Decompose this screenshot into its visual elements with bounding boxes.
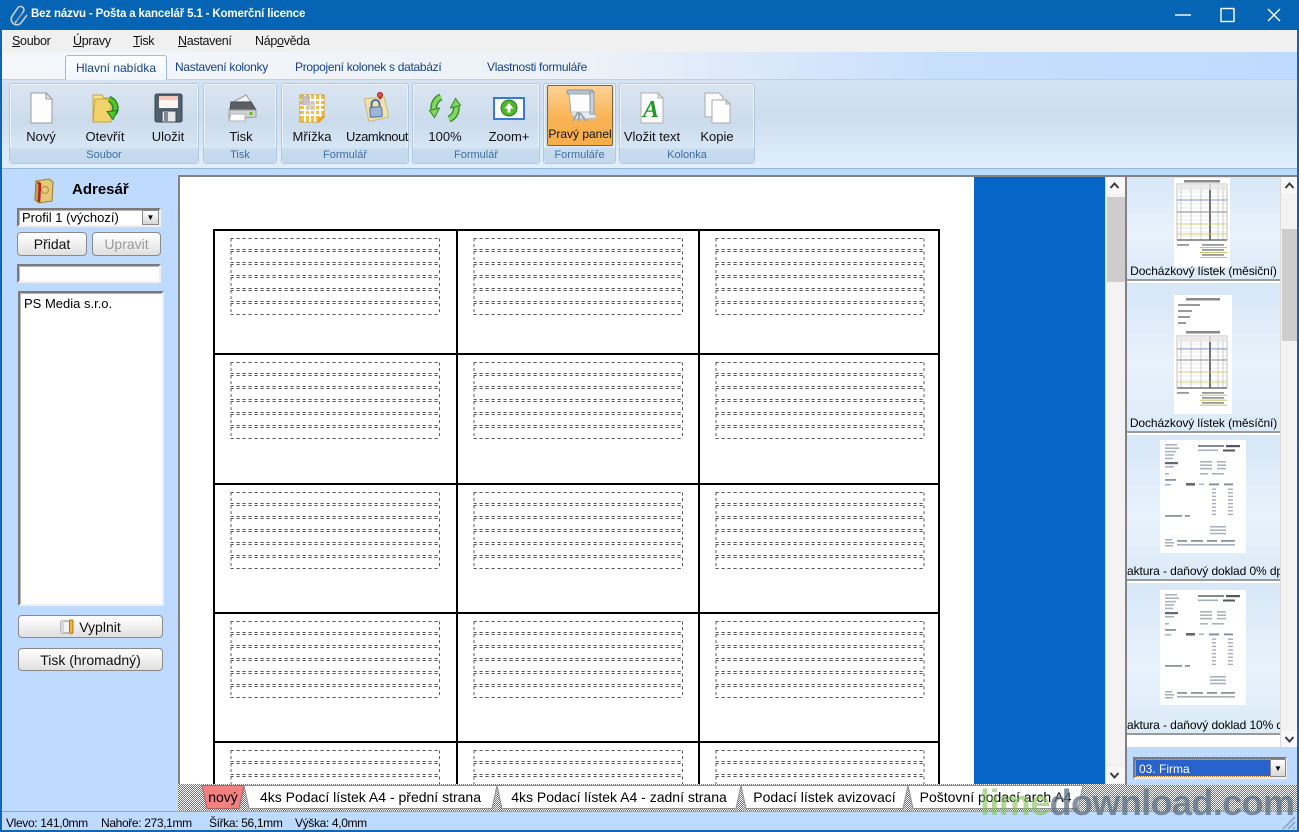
svg-text:Podací lístek avizovací: Podací lístek avizovací (753, 789, 896, 805)
svg-text:nový: nový (208, 789, 238, 805)
svg-text:4ks Podací lístek A4 - přední: 4ks Podací lístek A4 - přední strana (260, 789, 481, 805)
svg-text:4ks Podací lístek A4 - zadní s: 4ks Podací lístek A4 - zadní strana (511, 789, 727, 805)
svg-text:A: A (641, 97, 659, 123)
